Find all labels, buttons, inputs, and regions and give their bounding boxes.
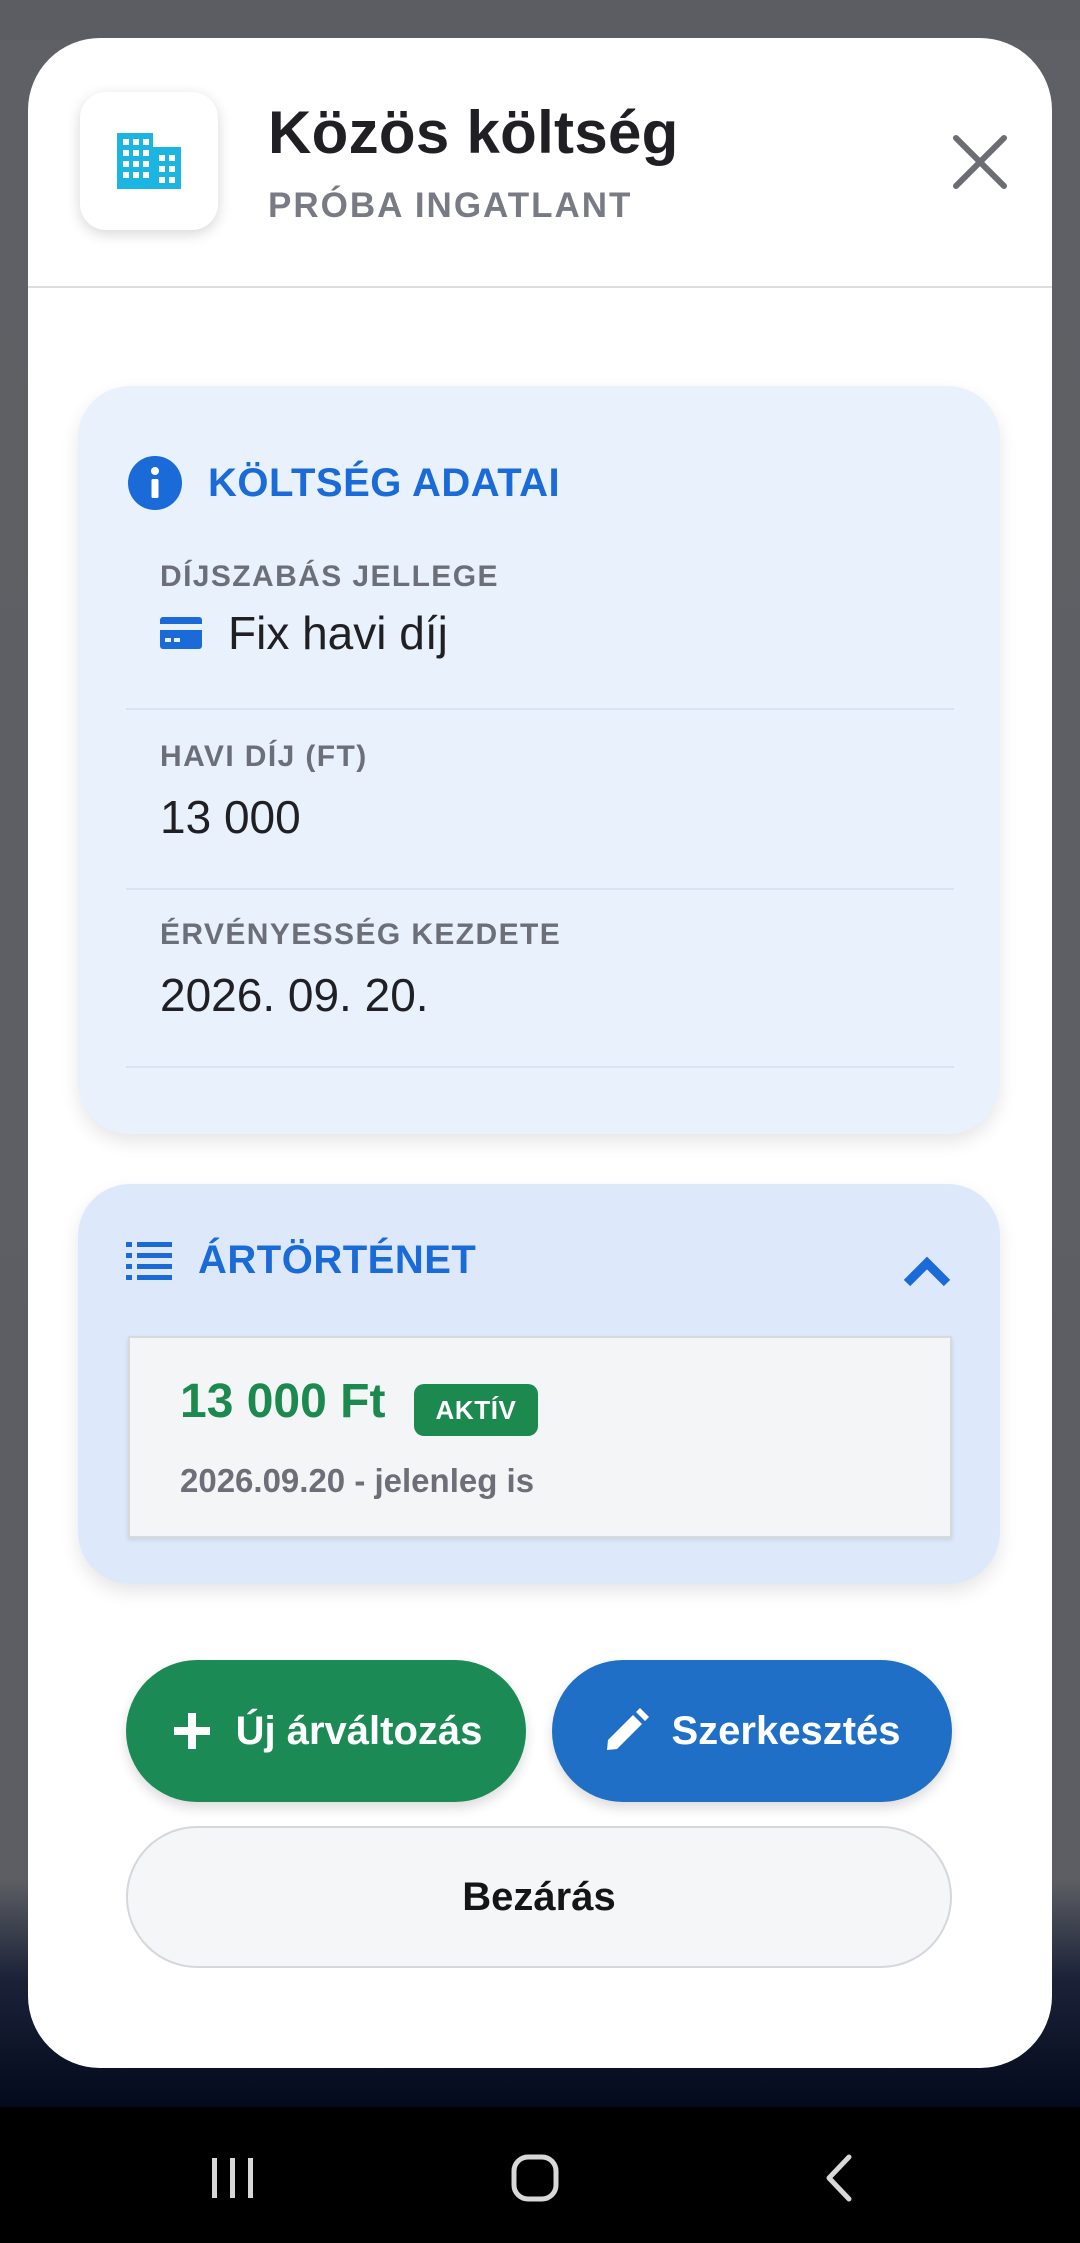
status-badge: AKTÍV: [414, 1384, 538, 1436]
valid-from-value: 2026. 09. 20.: [160, 969, 429, 1021]
cost-detail-dialog: Közös költség PRÓBA INGATLANT KÖLTSÉG AD…: [28, 38, 1052, 2068]
chevron-up-icon: [903, 1256, 951, 1287]
dialog-header: Közös költség PRÓBA INGATLANT: [28, 38, 1052, 288]
list-icon: [126, 1241, 172, 1280]
collapse-toggle[interactable]: [902, 1254, 952, 1288]
price-history-card: ÁRTÖRTÉNET 13 000 Ft AKTÍV 2026.09.20 - …: [78, 1184, 1000, 1584]
card-icon: [160, 617, 202, 649]
property-name: PRÓBA INGATLANT: [268, 186, 633, 225]
status-bar: [0, 0, 1080, 40]
monthly-fee-value: 13 000: [160, 791, 301, 843]
close-icon: [953, 135, 1007, 189]
pencil-icon: [603, 1708, 650, 1754]
home-icon: [511, 2154, 559, 2202]
valid-from-field: ÉRVÉNYESSÉG KEZDETE 2026. 09. 20.: [126, 890, 954, 1068]
new-price-change-button[interactable]: Új árváltozás: [126, 1660, 526, 1802]
dialog-title: Közös költség: [268, 99, 679, 166]
info-icon: [128, 456, 182, 510]
history-price: 13 000 Ft: [180, 1375, 386, 1428]
plus-icon: [170, 1709, 214, 1753]
close-dialog-button[interactable]: Bezárás: [126, 1826, 952, 1968]
pricing-type-field: DÍJSZABÁS JELLEGE Fix havi díj: [126, 532, 954, 710]
close-dialog-label: Bezárás: [462, 1874, 616, 1919]
monthly-fee-field: HAVI DÍJ (FT) 13 000: [126, 712, 954, 890]
history-period: 2026.09.20 - jelenleg is: [180, 1462, 535, 1499]
monthly-fee-label: HAVI DÍJ (FT): [160, 740, 368, 773]
cost-details-card: KÖLTSÉG ADATAI DÍJSZABÁS JELLEGE Fix hav…: [78, 386, 1000, 1134]
edit-button[interactable]: Szerkesztés: [552, 1660, 952, 1802]
pricing-type-value: Fix havi díj: [228, 607, 448, 659]
recents-icon: [212, 2158, 253, 2198]
pricing-type-label: DÍJSZABÁS JELLEGE: [160, 560, 499, 593]
building-icon: [117, 133, 181, 189]
home-button[interactable]: [500, 2143, 570, 2213]
new-price-change-label: Új árváltozás: [235, 1708, 483, 1753]
price-history-header[interactable]: ÁRTÖRTÉNET: [126, 1238, 476, 1283]
close-button[interactable]: [948, 130, 1012, 194]
cost-details-title: KÖLTSÉG ADATAI: [208, 460, 561, 505]
pricing-type-value-row: Fix havi díj: [160, 606, 448, 660]
back-button[interactable]: [803, 2143, 873, 2213]
edit-label: Szerkesztés: [671, 1708, 901, 1753]
system-navigation-bar: [0, 2107, 1080, 2243]
valid-from-label: ÉRVÉNYESSÉG KEZDETE: [160, 918, 562, 951]
price-history-item[interactable]: 13 000 Ft AKTÍV 2026.09.20 - jelenleg is: [128, 1336, 952, 1538]
app-icon: [80, 92, 218, 230]
cost-details-header: KÖLTSÉG ADATAI: [128, 456, 560, 510]
recents-button[interactable]: [198, 2143, 268, 2213]
back-icon: [826, 2154, 852, 2202]
price-history-title: ÁRTÖRTÉNET: [198, 1238, 477, 1282]
